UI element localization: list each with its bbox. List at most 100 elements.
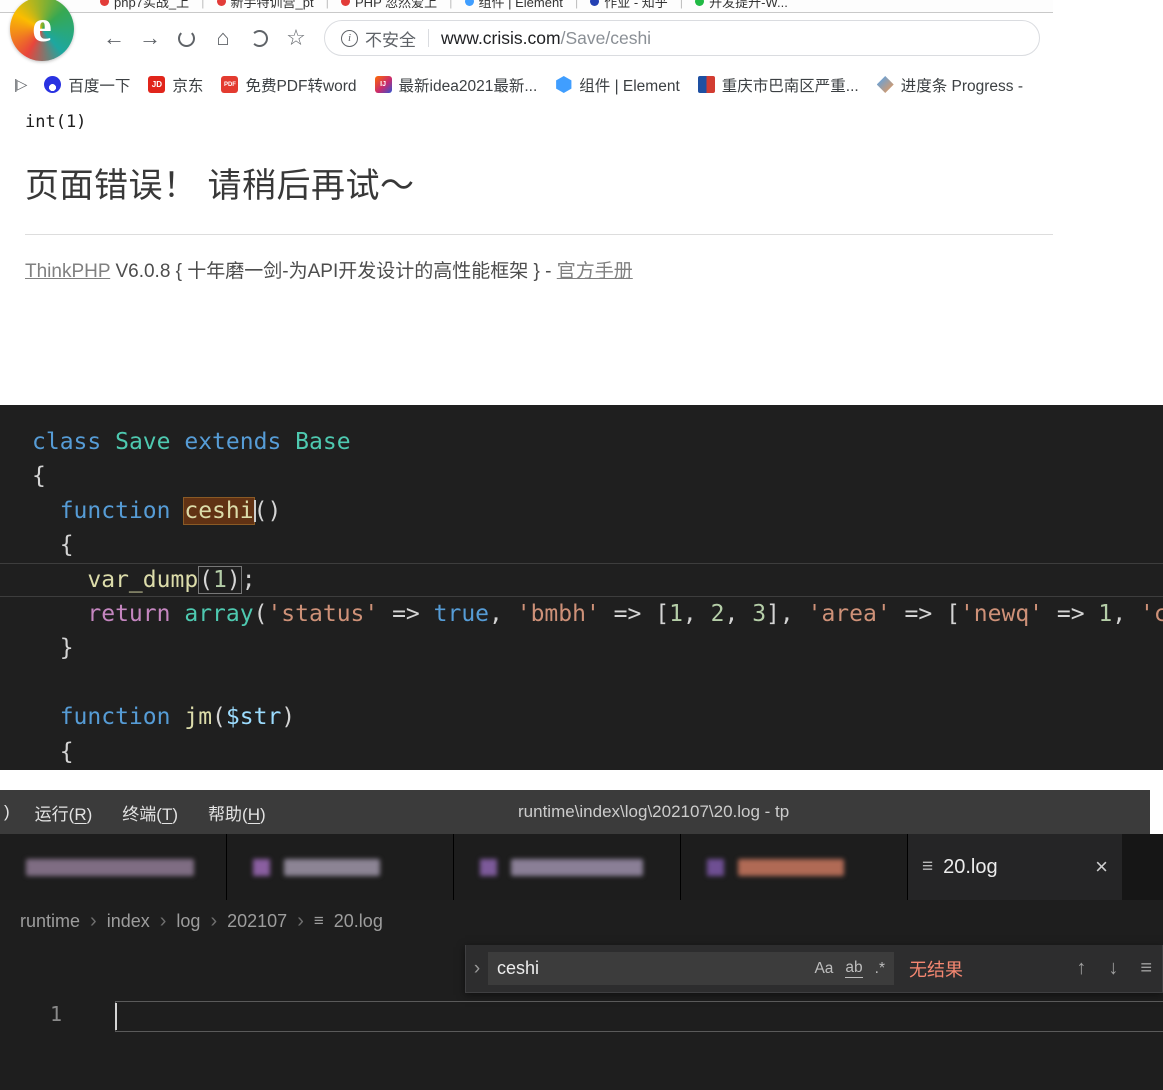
code-token: array	[184, 601, 253, 627]
breadcrumb-item[interactable]: runtime	[20, 911, 80, 932]
tab-separator: |	[680, 0, 683, 9]
tab-favicon-icon	[590, 0, 599, 6]
bookmark-label: 组件 | Element	[579, 74, 680, 96]
breadcrumb-item[interactable]: index	[107, 911, 150, 932]
browser-window-tab[interactable]: 作业 - 知乎	[590, 0, 668, 11]
code-line: function ceshi()	[0, 494, 1163, 528]
error-title: 页面错误！ 请稍后再试～	[25, 158, 1163, 207]
bookmark-item[interactable]: 进度条 Progress -	[877, 74, 1023, 96]
star-icon[interactable]: ☆	[278, 25, 314, 51]
breadcrumb-item[interactable]: 202107	[227, 911, 287, 932]
whole-word-icon[interactable]: ab	[845, 959, 862, 977]
reload-icon[interactable]	[178, 30, 195, 47]
menu-item-partial[interactable]: )	[4, 802, 10, 822]
code-token: extends	[184, 429, 281, 455]
close-icon[interactable]: ×	[1095, 854, 1108, 880]
code-line: {	[0, 735, 1163, 769]
find-in-selection-icon[interactable]: ≡	[1140, 957, 1152, 980]
code-line: {	[0, 528, 1163, 562]
empty-line-selection	[115, 1001, 1163, 1032]
tab-favicon-icon	[217, 0, 226, 6]
code-token: $str	[226, 704, 281, 730]
redacted-tab[interactable]	[681, 834, 908, 900]
redacted-tab[interactable]	[227, 834, 454, 900]
code-token: {	[32, 532, 74, 558]
code-token	[171, 429, 185, 455]
bookmark-item[interactable]: 组件 | Element	[555, 74, 680, 96]
redacted-tab[interactable]	[0, 834, 227, 900]
regex-icon[interactable]: .*	[875, 960, 885, 978]
browser-window-tab[interactable]: 开发提升-W...	[695, 0, 788, 11]
previous-match-icon[interactable]: ↑	[1076, 957, 1086, 980]
find-widget: › ceshi Aa ab .* 无结果 ↑ ↓ ≡	[465, 945, 1163, 993]
match-case-icon[interactable]: Aa	[814, 960, 833, 978]
code-token: (	[198, 566, 213, 594]
element-icon	[555, 76, 572, 93]
browser-window-tab[interactable]: php7实战_上	[100, 0, 189, 11]
code-token: ],	[766, 601, 808, 627]
code-token	[32, 498, 60, 524]
forward-icon[interactable]: →	[132, 25, 168, 51]
redacted-tab-icon	[253, 859, 270, 876]
undo-icon[interactable]	[251, 30, 268, 47]
tab-20log[interactable]: ≡ 20.log ×	[908, 834, 1122, 900]
bookmark-item[interactable]: JD京东	[148, 74, 203, 96]
code-token	[101, 429, 115, 455]
find-value: ceshi	[497, 958, 802, 979]
baidu-icon	[44, 76, 61, 93]
menu-item-text: )	[260, 805, 266, 824]
redacted-tab-label	[284, 859, 380, 876]
bookmark-item[interactable]: 百度一下	[44, 74, 130, 96]
address-divider	[428, 29, 429, 47]
info-icon[interactable]: i	[341, 30, 358, 47]
breadcrumb-item[interactable]: log	[176, 911, 200, 932]
code-token	[170, 498, 184, 524]
home-icon[interactable]: ⌂	[205, 25, 241, 51]
thinkphp-link[interactable]: ThinkPHP	[25, 261, 110, 282]
code-token: 'c	[1140, 601, 1163, 627]
code-line: class Save extends Base	[0, 425, 1163, 459]
next-match-icon[interactable]: ↓	[1108, 957, 1118, 980]
breadcrumb-item[interactable]: 20.log	[334, 911, 383, 932]
back-icon[interactable]: ←	[96, 25, 132, 51]
code-token: function	[60, 704, 171, 730]
find-input[interactable]: ceshi Aa ab .*	[488, 952, 894, 985]
code-token: ,	[1112, 601, 1140, 627]
editor-tab-strip: ≡ 20.log ×	[0, 834, 1163, 900]
idea-icon: IJ	[375, 76, 392, 93]
browser-window-tab[interactable]: 新手特训营_pt	[217, 0, 314, 11]
code-token: 3	[752, 601, 766, 627]
bookmark-label: 最新idea2021最新...	[399, 74, 538, 96]
code-token: => [	[891, 601, 960, 627]
menu-item-text: R	[74, 805, 86, 824]
chevron-right-icon: ›	[160, 910, 167, 933]
bookmark-item[interactable]: IJ 最新idea2021最新...	[375, 74, 538, 96]
bookmark-item[interactable]: 重庆市巴南区严重...	[698, 74, 859, 96]
tab-title: 新手特训营_pt	[231, 0, 314, 11]
code-editor[interactable]: class Save extends Base { function ceshi(…	[0, 405, 1163, 770]
browser-window-tab[interactable]: 组件 | Element	[465, 0, 563, 11]
browser-logo-icon[interactable]: e	[10, 0, 74, 61]
bookmarks-toggle-icon[interactable]: |▷	[14, 76, 26, 93]
manual-link[interactable]: 官方手册	[557, 261, 633, 282]
browser-window-tab[interactable]: PHP 忽然爱上	[341, 0, 437, 11]
menu-item[interactable]: 终端(T)	[107, 800, 193, 825]
menu-item[interactable]: 运行(R)	[20, 800, 108, 825]
toggle-replace-icon[interactable]: ›	[466, 958, 488, 980]
framework-desc: V6.0.8 { 十年磨一剑-为API开发设计的高性能框架 } -	[110, 261, 557, 282]
code-token: ,	[683, 601, 711, 627]
redacted-tab-label	[738, 859, 844, 876]
code-token: )	[227, 566, 242, 594]
menu-item[interactable]: 帮助(H)	[193, 800, 281, 825]
code-token: 'status'	[267, 601, 378, 627]
jd-icon: JD	[148, 76, 165, 93]
breadcrumb: runtime›index›log›202107›≡20.log	[0, 900, 1163, 942]
menu-item-text: 帮助(	[208, 805, 248, 824]
redacted-tab[interactable]	[454, 834, 681, 900]
tab-title: 组件 | Element	[479, 0, 563, 11]
code-token: 2	[711, 601, 725, 627]
redacted-tab-icon	[707, 859, 724, 876]
address-bar[interactable]: i 不安全 www.crisis.com/Save/ceshi	[324, 20, 1040, 56]
bookmark-item[interactable]: PDF免费PDF转word	[221, 74, 356, 96]
code-token: ,	[489, 601, 517, 627]
